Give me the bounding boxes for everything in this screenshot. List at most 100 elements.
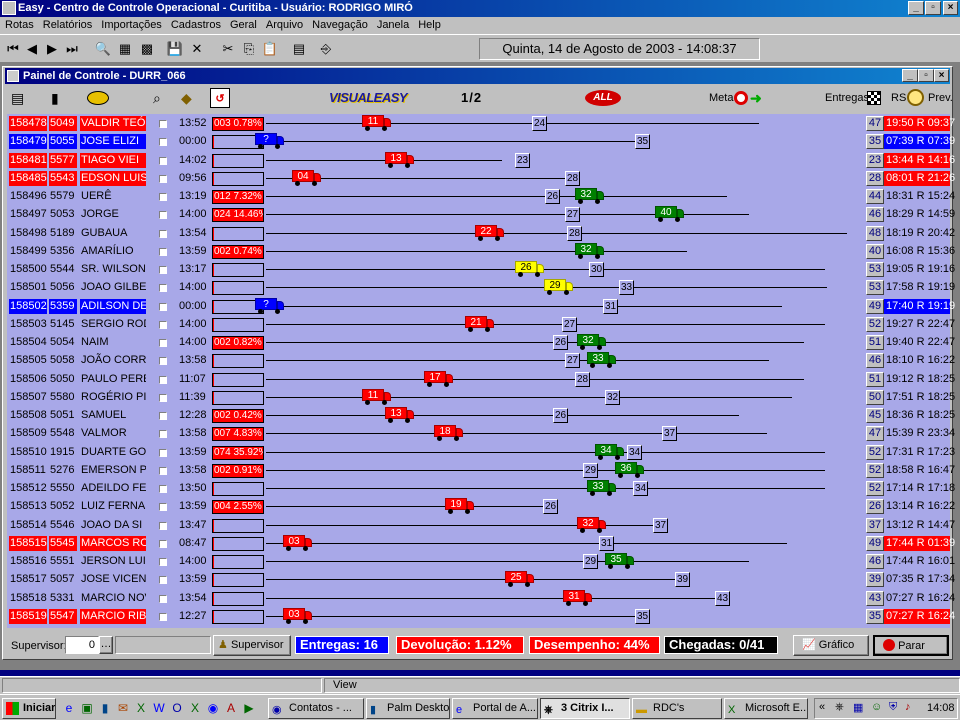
panel-close-button[interactable]: × — [934, 69, 949, 82]
grafico-button[interactable]: 📈 Gráfico — [793, 635, 869, 656]
task-citrix[interactable]: ⎈ 3 Citrix I... — [540, 698, 630, 719]
table-row[interactable]: 1585055058 JOÃO CORRE 13:58 27 33 4618:10 R… — [7, 351, 955, 369]
row-checkbox[interactable] — [159, 485, 167, 493]
row-checkbox[interactable] — [159, 193, 167, 201]
total-stops[interactable]: 51 — [866, 335, 884, 350]
table-row[interactable]: 158478 5049 VALDIR TEÓ 13:52 003 0.78% 24 11 … — [7, 114, 955, 132]
truck-icon[interactable]: 26 — [515, 261, 545, 277]
truck-icon[interactable]: 03 — [283, 534, 313, 551]
truck-icon[interactable]: 32 — [577, 516, 607, 533]
total-stops[interactable]: 35 — [866, 134, 884, 150]
panel-minimize-button[interactable]: _ — [902, 69, 918, 82]
menu-cadastros[interactable]: Cadastros — [166, 17, 225, 31]
map-icon[interactable]: ◆ — [181, 88, 192, 108]
total-stops[interactable]: 44 — [866, 189, 884, 204]
total-stops[interactable]: 49 — [866, 298, 884, 314]
table-row[interactable]: 158496 5579 UERÊ 13:19 012 7.32% 26 32 44 18:3… — [7, 187, 955, 205]
table-row[interactable]: 158514 5546 JOAO DA SI 13:47 37 32 37 13:12 R… — [7, 516, 955, 534]
tray-arrow-icon[interactable]: « — [819, 701, 825, 713]
stop-marker[interactable]: 26 — [543, 499, 559, 515]
cut-icon[interactable]: ✂ — [218, 39, 238, 59]
tray-shield-icon[interactable]: ⛨ — [889, 701, 897, 714]
stop-marker[interactable]: 34 — [633, 481, 649, 496]
stop-marker[interactable]: 30 — [589, 262, 605, 277]
truck-icon[interactable]: 04 — [292, 169, 322, 186]
row-checkbox[interactable] — [159, 466, 167, 475]
stop-marker[interactable]: 34 — [627, 444, 643, 460]
total-stops[interactable]: 52 — [866, 481, 884, 496]
row-checkbox[interactable] — [159, 302, 167, 311]
palm-icon[interactable]: ▮ — [98, 701, 112, 715]
total-stops[interactable]: 40 — [866, 243, 884, 259]
supervisor-input[interactable]: 0 — [65, 636, 99, 654]
menu-relatorios[interactable]: Relatórios — [38, 17, 97, 31]
truck-icon[interactable]: 13 — [385, 151, 415, 168]
table-row[interactable]: 158513 5052 LUIZ FERNA 13:59 004 2.55% 26 19 … — [7, 497, 955, 515]
row-checkbox[interactable] — [159, 211, 167, 220]
table-row[interactable]: 158509 5548 VALMOR 13:58 007 4.83% 37 18 47 15… — [7, 424, 955, 442]
stop-marker[interactable]: 26 — [553, 335, 569, 350]
truck-icon[interactable]: 17 — [424, 370, 454, 387]
search-icon[interactable]: 🔍 — [93, 39, 113, 59]
row-checkbox[interactable] — [159, 594, 167, 603]
tray-citrix-icon[interactable]: ⎈ — [835, 701, 844, 714]
row-checkbox[interactable] — [159, 284, 167, 293]
globe-icon[interactable]: ◉ — [206, 701, 220, 715]
total-stops[interactable]: 46 — [866, 207, 884, 223]
checkered-flag-icon[interactable] — [867, 91, 881, 105]
filter-icon[interactable]: ▦ — [115, 39, 135, 59]
tray-user-icon[interactable]: ☺ — [871, 701, 882, 713]
stop-marker[interactable]: 26 — [545, 189, 561, 204]
truck-icon[interactable]: ? — [255, 297, 285, 314]
total-stops[interactable]: 46 — [866, 554, 884, 569]
stop-marker[interactable]: 31 — [599, 535, 615, 551]
save-icon[interactable]: 💾 — [165, 39, 185, 59]
task-rdcs[interactable]: ▬ RDC's — [632, 698, 722, 719]
table-row[interactable]: 158497 5053 JORGE 14:00 024 14.46% 27 40 46 18… — [7, 205, 955, 223]
table-row[interactable]: 158503 5145 SERGIO ROD 14:00 27 21 52 19:27 R… — [7, 315, 955, 333]
menu-navegacao[interactable]: Navegação — [307, 17, 372, 31]
truck-icon[interactable]: 19 — [445, 498, 475, 515]
stop-marker[interactable]: 28 — [567, 225, 583, 241]
table-row[interactable]: 158501 5056 JOAO GILBE 14:00 33 29 53 17:58 R… — [7, 278, 955, 296]
stop-marker[interactable]: 24 — [532, 116, 548, 131]
stop-marker[interactable]: 28 — [565, 170, 581, 186]
table-row[interactable]: 158498 5189 GUBAUA 13:54 28 22 48 18:19 R 20:… — [7, 224, 955, 242]
exit-icon[interactable]: ⎆ — [316, 39, 336, 59]
row-checkbox[interactable] — [159, 120, 167, 128]
supervisor-name-field[interactable] — [115, 636, 211, 654]
menu-arquivo[interactable]: Arquivo — [261, 17, 307, 31]
total-stops[interactable]: 52 — [866, 316, 884, 332]
table-row[interactable]: 1585101915 DUARTE GON 13:59 074 35.92% 34 34… — [7, 443, 955, 461]
truck-icon[interactable]: 32 — [577, 334, 607, 350]
stop-marker[interactable]: 37 — [662, 426, 678, 442]
total-stops[interactable]: 46 — [866, 353, 884, 369]
supervisor-button[interactable]: ♟ Supervisor — [213, 635, 291, 656]
menu-janela[interactable]: Janela — [372, 17, 413, 31]
next-record-icon[interactable]: ▶ — [42, 39, 62, 59]
media-icon[interactable]: ▶ — [242, 701, 256, 715]
list-icon[interactable]: ▤ — [11, 88, 24, 108]
task-contatos[interactable]: ◉ Contatos - ... — [268, 698, 364, 719]
total-stops[interactable]: 45 — [866, 408, 884, 423]
truck-icon[interactable]: 11 — [362, 115, 392, 131]
total-stops[interactable]: 51 — [866, 371, 884, 387]
row-checkbox[interactable] — [159, 247, 167, 256]
target-icon[interactable] — [734, 91, 748, 105]
total-stops[interactable]: 26 — [866, 499, 884, 515]
total-stops[interactable]: 23 — [866, 152, 884, 168]
total-stops[interactable]: 53 — [866, 262, 884, 277]
table-row[interactable]: 158506 5050 PAULO PERE 11:07 28 17 51 19:12 R… — [7, 370, 955, 388]
row-checkbox[interactable] — [159, 357, 167, 366]
minimize-button[interactable]: _ — [908, 1, 924, 15]
close-button[interactable]: × — [943, 1, 958, 15]
row-checkbox[interactable] — [159, 521, 167, 530]
start-button[interactable]: Iniciar — [2, 698, 56, 719]
truck-icon[interactable]: 32 — [575, 242, 605, 259]
task-portal[interactable]: e Portal de A... — [452, 698, 538, 719]
stop-marker[interactable]: 35 — [635, 134, 651, 150]
truck-icon[interactable]: 31 — [563, 589, 593, 606]
table-row[interactable]: 158517 5057 JOSE VICEN 13:59 39 25 39 07:35 R… — [7, 570, 955, 588]
truck-icon[interactable]: 33 — [587, 480, 617, 496]
total-stops[interactable]: 47 — [866, 116, 884, 131]
